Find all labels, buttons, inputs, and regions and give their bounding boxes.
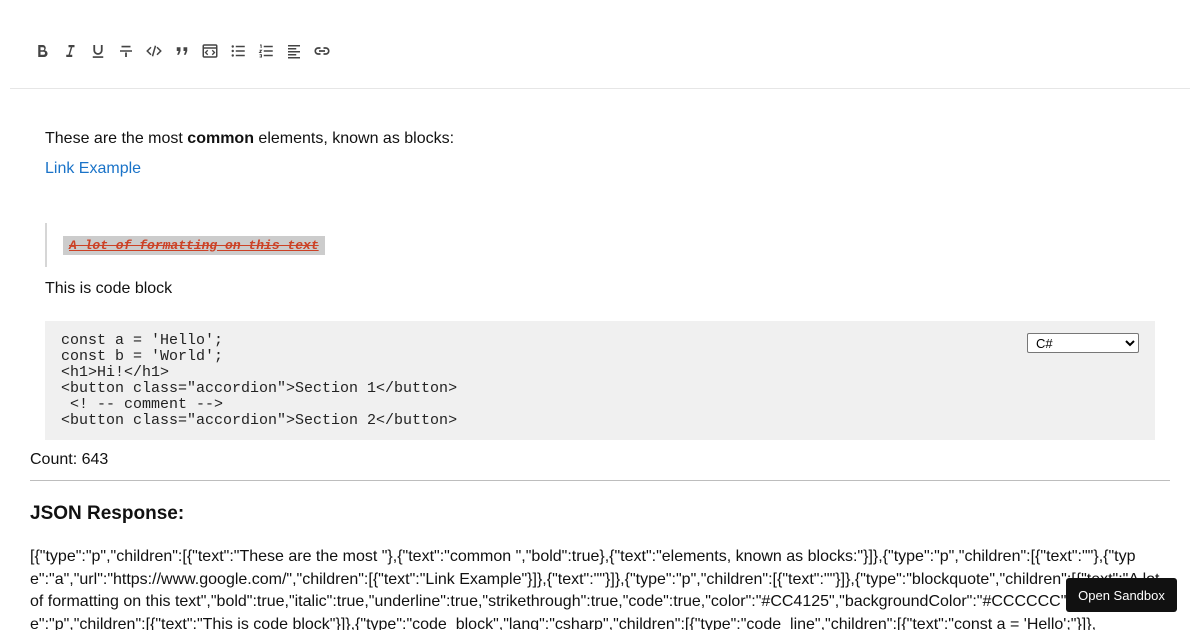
underline-icon: [92, 45, 104, 58]
formatting-toolbar: [10, 0, 1190, 89]
formatted-quote-text: A lot of formatting on this text: [63, 235, 325, 255]
italic-icon: [66, 45, 75, 57]
bulleted-list-icon: [231, 45, 245, 57]
divider: [30, 480, 1170, 481]
underline-button[interactable]: [87, 40, 109, 62]
character-count: Count: 643: [30, 451, 109, 468]
inline-code-button[interactable]: [143, 40, 165, 62]
code-icon: [146, 45, 162, 57]
bulleted-list-button[interactable]: [227, 40, 249, 62]
align-left-button[interactable]: [283, 40, 305, 62]
code-line: <button class="accordion">Section 1</but…: [61, 380, 458, 397]
bold-button[interactable]: [31, 40, 53, 62]
open-sandbox-button[interactable]: Open Sandbox: [1066, 578, 1177, 612]
paragraph-blocks-intro[interactable]: These are the most common elements, know…: [45, 129, 454, 149]
bold-icon: [38, 45, 48, 58]
blockquote[interactable]: A lot of formatting on this text: [45, 223, 325, 267]
intro-text-after: elements, known as blocks:: [253, 130, 455, 147]
code-block[interactable]: const a = 'Hello'; const b = 'World'; <h…: [45, 321, 1155, 440]
numbered-list-icon: [258, 44, 273, 58]
code-language-select[interactable]: C#: [1027, 333, 1139, 353]
code-line: const a = 'Hello';: [61, 332, 224, 349]
strikethrough-button[interactable]: [115, 40, 137, 62]
strikethrough-icon: [120, 45, 132, 57]
code-line: <button class="accordion">Section 2</but…: [61, 412, 458, 429]
link-example[interactable]: Link Example: [45, 159, 141, 179]
code-block-icon: [202, 44, 218, 58]
blockquote-button[interactable]: [171, 40, 193, 62]
link-button[interactable]: [311, 40, 333, 62]
code-line: <! -- comment -->: [61, 396, 224, 413]
link-icon: [314, 47, 330, 55]
quote-icon: [176, 47, 188, 55]
json-response-body: [{"type":"p","children":[{"text":"These …: [30, 548, 1160, 630]
intro-bold-text: common: [187, 130, 254, 147]
code-block-button[interactable]: [199, 40, 221, 62]
intro-text-before: These are the most: [45, 130, 188, 147]
align-left-icon: [288, 45, 300, 59]
code-line: <h1>Hi!</h1>: [61, 364, 170, 381]
paragraph-code-block-label[interactable]: This is code block: [45, 279, 172, 299]
numbered-list-button[interactable]: [255, 40, 277, 62]
italic-button[interactable]: [59, 40, 81, 62]
code-line: const b = 'World';: [61, 348, 224, 365]
json-response-title: JSON Response:: [30, 503, 185, 524]
